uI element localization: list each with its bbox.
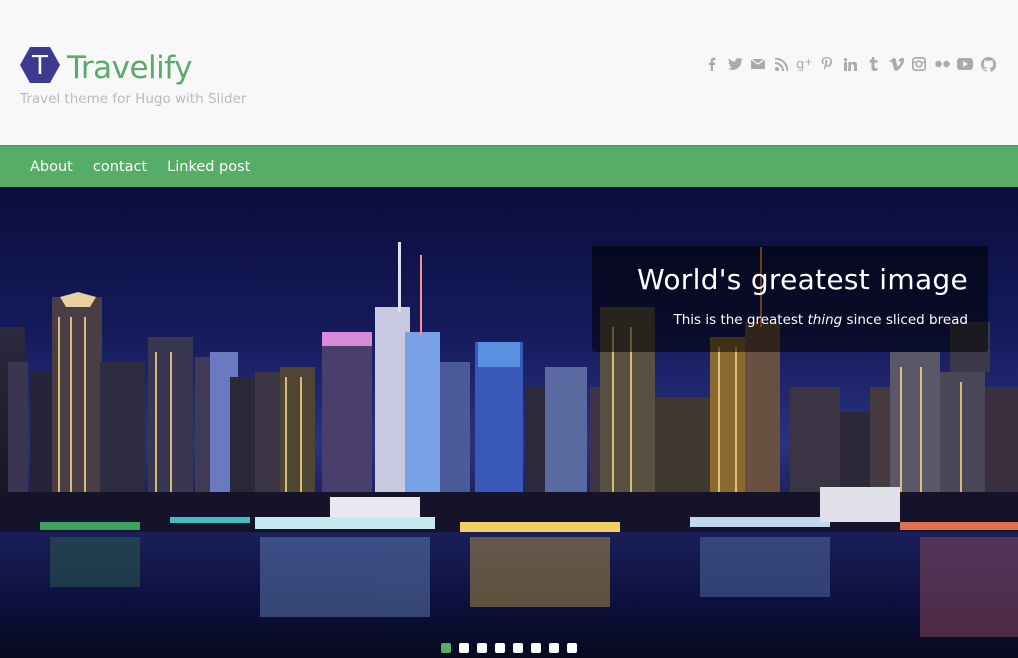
hero-slider: World's greatest image This is the great… (0, 187, 1018, 658)
tumblr-icon[interactable] (865, 55, 881, 73)
slide-caption-text: This is the greatest thing since sliced … (673, 312, 968, 328)
pinterest-icon[interactable] (819, 55, 835, 73)
social-icons: g + (704, 53, 996, 75)
facebook-icon[interactable] (704, 55, 720, 73)
slide-caption: World's greatest image This is the great… (592, 246, 988, 352)
main-navigation: About contact Linked post (0, 145, 1018, 187)
slider-dot-6[interactable] (531, 643, 541, 653)
email-icon[interactable] (750, 55, 766, 73)
slider-dot-4[interactable] (495, 643, 505, 653)
rss-icon[interactable] (773, 55, 789, 73)
site-header: T Travelify Travel theme for Hugo with S… (0, 0, 1018, 145)
vimeo-icon[interactable] (888, 55, 904, 73)
site-title[interactable]: Travelify (67, 48, 192, 88)
slide-caption-title: World's greatest image (637, 263, 968, 296)
nav-item-linked-post[interactable]: Linked post (157, 147, 260, 187)
slider-pagination (0, 643, 1018, 653)
svg-text:T: T (31, 51, 48, 81)
instagram-icon[interactable] (911, 55, 927, 73)
logo-hexagon-icon[interactable]: T (20, 45, 60, 85)
slider-dot-2[interactable] (459, 643, 469, 653)
svg-text:g: g (796, 58, 804, 71)
svg-text:+: + (804, 57, 812, 68)
site-tagline: Travel theme for Hugo with Slider (20, 91, 247, 107)
linkedin-icon[interactable] (842, 55, 858, 73)
flickr-icon[interactable] (934, 55, 950, 73)
slider-dot-7[interactable] (549, 643, 559, 653)
slider-dot-1[interactable] (441, 643, 451, 653)
youtube-icon[interactable] (957, 55, 973, 73)
google-plus-icon[interactable]: g + (796, 55, 812, 73)
slider-dot-5[interactable] (513, 643, 523, 653)
slider-dot-8[interactable] (567, 643, 577, 653)
github-icon[interactable] (980, 55, 996, 73)
twitter-icon[interactable] (727, 55, 743, 73)
nav-item-about[interactable]: About (20, 147, 83, 187)
nav-item-contact[interactable]: contact (83, 147, 157, 187)
slider-dot-3[interactable] (477, 643, 487, 653)
